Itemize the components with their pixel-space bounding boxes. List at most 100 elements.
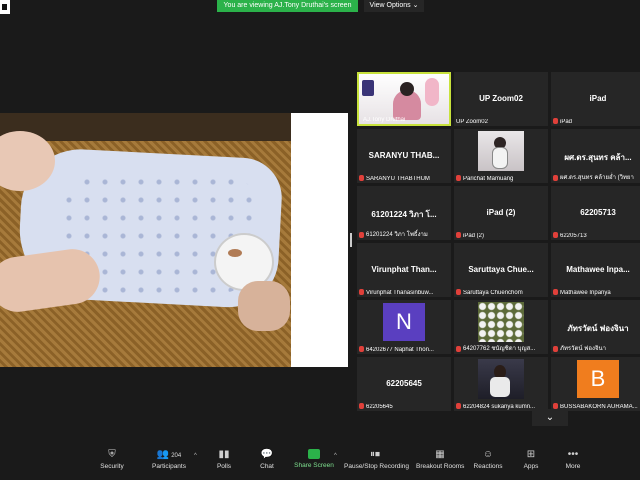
tile-participant[interactable]: iPad (2) iPad (2)	[454, 186, 548, 240]
tile-label: 62205645	[366, 404, 393, 410]
reactions-button[interactable]: ☺ Reactions	[472, 449, 504, 479]
tile-label: ภัทรวัตน์ ฟองจินา	[560, 346, 606, 352]
tile-participant[interactable]: ผศ.ดร.สุนทร คล้า... ผศ.ดร.สุนทร คล้ายอ่ำ…	[551, 129, 640, 183]
view-options-button[interactable]: View Options ⌄	[364, 0, 424, 12]
tile-name: 62205645	[386, 379, 422, 388]
tile-label: ผศ.ดร.สุนทร คล้ายอ่ำ (วิทยา	[560, 175, 634, 181]
ellipsis-icon: •••	[567, 449, 579, 460]
mic-muted-icon	[456, 289, 461, 295]
security-button[interactable]: ⛨ Security	[94, 449, 130, 479]
host-head	[400, 82, 414, 96]
meeting-toolbar: ⛨ Security 👥 204 Participants ^ ▮▮ Polls …	[0, 445, 640, 480]
tile-participant[interactable]: Saruttaya Chue... Saruttaya Chuenchom	[454, 243, 548, 297]
participant-photo-flowers	[478, 302, 524, 342]
shared-photo-baby	[0, 113, 291, 367]
share-caret-icon[interactable]: ^	[334, 453, 337, 459]
mic-muted-icon	[359, 232, 364, 238]
viewing-banner: You are viewing AJ.Tony Druthai's screen	[217, 0, 358, 12]
mic-muted-icon	[359, 175, 364, 181]
background-decoration	[425, 78, 439, 106]
photo-body	[492, 147, 508, 169]
apps-button[interactable]: ⊞ Apps	[518, 449, 544, 479]
tile-participant[interactable]: iPad iPad	[551, 72, 640, 126]
participants-button[interactable]: 👥 204 Participants	[148, 449, 190, 479]
tile-participant[interactable]: Virunphat Than... Virunphat Thanasinbuw.…	[357, 243, 451, 297]
tile-label: iPad (2)	[463, 233, 485, 239]
avatar: N	[383, 303, 425, 341]
tile-name: ผศ.ดร.สุนทร คล้า...	[564, 153, 632, 162]
tile-label: SARANYU THABTHUM	[366, 176, 430, 182]
tile-participant[interactable]: Mathawee Inpa... Mathawee Inpanya	[551, 243, 640, 297]
tile-label: UP Zoom02	[456, 119, 488, 125]
tile-name: ภัทรวัตน์ ฟองจินา	[567, 324, 629, 333]
mic-muted-icon	[553, 346, 558, 352]
tile-name: Saruttaya Chue...	[468, 265, 534, 274]
grid-icon: ▦	[435, 449, 445, 460]
participant-photo	[478, 131, 524, 171]
share-arrow-icon	[308, 449, 320, 459]
tile-participant[interactable]: 61201224 วิภา โ... 61201224 วิภา โพธิ์งา…	[357, 186, 451, 240]
tile-label: 64202677 Naphat Thon...	[366, 347, 434, 353]
tile-name: 62205713	[580, 208, 616, 217]
mic-muted-icon	[456, 346, 461, 352]
chat-button[interactable]: 💬 Chat	[253, 449, 281, 479]
pause-stop-icon: ⏸⏹	[370, 449, 380, 460]
tile-label: Virunphat Thanasinbuw...	[366, 290, 434, 296]
tile-participant[interactable]: UP Zoom02 UP Zoom02	[454, 72, 548, 126]
photo-body	[490, 377, 510, 397]
polls-button[interactable]: ▮▮ Polls	[210, 449, 238, 479]
tile-host[interactable]: AJ.Tony Druthai	[357, 72, 451, 126]
tile-label: Saruttaya Chuenchom	[463, 290, 523, 296]
share-screen-button[interactable]: Share Screen	[294, 449, 334, 479]
tile-label: 64207762 ชนัญชิดา บุญส...	[463, 346, 536, 352]
tile-participant[interactable]: ภัทรวัตน์ ฟองจินา ภัทรวัตน์ ฟองจินา	[551, 300, 640, 354]
mic-muted-icon	[359, 346, 364, 352]
smiley-icon: ☺	[482, 449, 494, 460]
chevron-down-icon: ⌄	[545, 412, 555, 423]
tile-participant[interactable]: 62205713 62205713	[551, 186, 640, 240]
baby-arm	[0, 245, 104, 316]
participant-photo	[478, 359, 524, 399]
mic-muted-icon	[553, 175, 558, 181]
tile-label: AJ.Tony Druthai	[363, 117, 406, 123]
tile-name: iPad (2)	[486, 208, 516, 217]
tile-label: iPad	[560, 119, 573, 125]
gallery-resize-handle[interactable]	[350, 233, 352, 247]
tile-participant[interactable]: B BUSSABAKORN AURAMA...	[551, 357, 640, 411]
pause-stop-recording-button[interactable]: ⏸⏹ Pause/Stop Recording	[344, 449, 409, 479]
participants-caret-icon[interactable]: ^	[194, 453, 197, 459]
mic-muted-icon	[553, 118, 558, 124]
tile-label: 62204824 sukanya kumn...	[463, 404, 536, 410]
tile-label: Parichat Mamuang	[463, 176, 514, 182]
tile-participant[interactable]: N 64202677 Naphat Thon...	[357, 300, 451, 354]
gallery-next-page-button[interactable]: ⌄	[532, 409, 568, 426]
tile-participant[interactable]: SARANYU THAB... SARANYU THABTHUM	[357, 129, 451, 183]
tile-name: Mathawee Inpa...	[566, 265, 630, 274]
tile-participant[interactable]: Parichat Mamuang	[454, 129, 548, 183]
more-button[interactable]: ••• More	[560, 449, 586, 479]
mic-muted-icon	[553, 289, 558, 295]
tile-participant[interactable]: 62205645 62205645	[357, 357, 451, 411]
chat-bubble-icon: 💬	[260, 449, 274, 460]
hand	[238, 281, 290, 331]
mic-muted-icon	[359, 403, 364, 409]
tile-name: Virunphat Than...	[371, 265, 437, 274]
participant-count: 204	[171, 453, 182, 459]
mic-muted-icon	[456, 403, 461, 409]
avatar: B	[577, 360, 619, 398]
tile-name: UP Zoom02	[479, 94, 523, 103]
mic-muted-icon	[553, 232, 558, 238]
bar-chart-icon: ▮▮	[218, 449, 230, 460]
tile-participant[interactable]: 64207762 ชนัญชิดา บุญส...	[454, 300, 548, 354]
tile-participant[interactable]: 62204824 sukanya kumn...	[454, 357, 548, 411]
tile-label: Mathawee Inpanya	[560, 290, 611, 296]
breakout-rooms-button[interactable]: ▦ Breakout Rooms	[416, 449, 464, 479]
tile-label: 61201224 วิภา โพธิ์งาม	[366, 232, 428, 238]
shield-icon: ⛨	[108, 449, 116, 460]
mic-muted-icon	[456, 232, 461, 238]
mic-muted-icon	[456, 175, 461, 181]
people-icon: 👥 204	[156, 449, 182, 460]
tile-label: 62205713	[560, 233, 587, 239]
tile-name: 61201224 วิภา โ...	[371, 210, 437, 219]
mic-muted-icon	[359, 289, 364, 295]
